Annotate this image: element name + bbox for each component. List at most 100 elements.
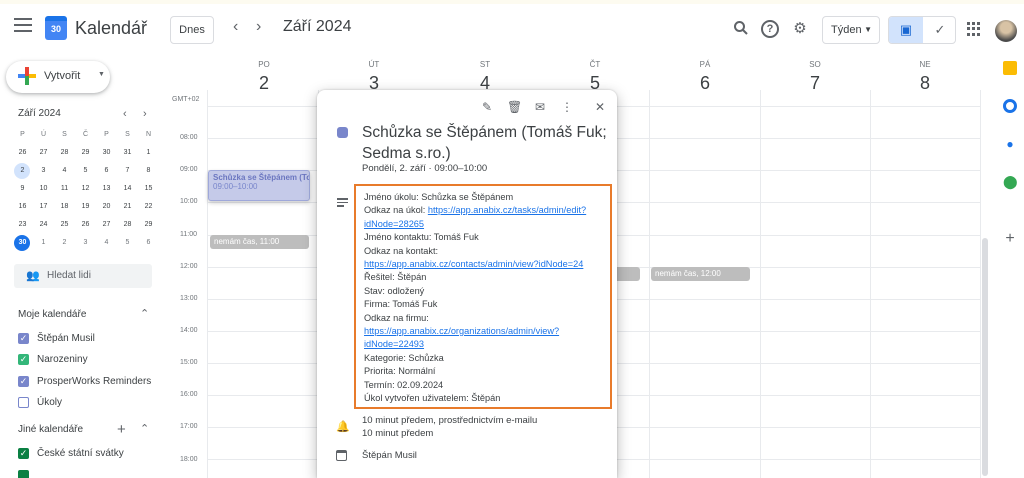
mini-day[interactable]: 30 bbox=[96, 144, 117, 162]
company-link[interactable]: https://app.anabix.cz/organizations/admi… bbox=[364, 325, 604, 338]
day-date[interactable]: 7 bbox=[760, 73, 870, 94]
mini-next-icon[interactable]: › bbox=[143, 108, 147, 120]
other-calendars-title[interactable]: Jiné kalendáře bbox=[18, 424, 83, 435]
mini-day[interactable]: 26 bbox=[12, 144, 33, 162]
search-people-input[interactable]: 👥 Hledat lidi bbox=[14, 264, 152, 288]
grid-scrollbar[interactable] bbox=[982, 238, 988, 476]
mini-day[interactable]: 3 bbox=[33, 162, 54, 180]
day-header[interactable]: PÁ 6 bbox=[650, 60, 760, 94]
help-icon[interactable]: ? bbox=[761, 20, 779, 38]
mini-day[interactable]: 20 bbox=[96, 198, 117, 216]
chevron-up-icon[interactable]: ⌃ bbox=[140, 422, 149, 435]
checkbox-checked-icon[interactable]: ✓ bbox=[18, 448, 29, 459]
mini-day[interactable]: 26 bbox=[75, 216, 96, 234]
mini-day[interactable]: 21 bbox=[117, 198, 138, 216]
mini-day[interactable]: 3 bbox=[75, 234, 96, 252]
mini-prev-icon[interactable]: ‹ bbox=[123, 108, 127, 120]
tasks-icon[interactable] bbox=[1003, 99, 1017, 113]
event-date-time: Pondělí, 2. září · 09:00–10:00 bbox=[362, 163, 488, 174]
contacts-icon[interactable]: ● bbox=[1003, 137, 1017, 151]
add-addon-icon[interactable]: + bbox=[1003, 231, 1017, 247]
event-meeting[interactable]: Schůzka se Štěpánem (Tor 09:00–10:00 bbox=[208, 170, 310, 201]
checkbox-checked-icon[interactable]: ✓ bbox=[18, 333, 29, 344]
day-header[interactable]: ST 4 bbox=[430, 60, 540, 94]
checkbox-unchecked-icon[interactable] bbox=[18, 397, 29, 408]
calendar-view-icon[interactable]: ▣ bbox=[889, 17, 923, 43]
mini-day[interactable]: 1 bbox=[33, 234, 54, 252]
create-label: Vytvořit bbox=[44, 70, 81, 82]
day-date[interactable]: 2 bbox=[209, 73, 319, 94]
checkbox-checked-icon[interactable]: ✓ bbox=[18, 354, 29, 365]
mini-day[interactable]: 23 bbox=[12, 216, 33, 234]
apps-icon[interactable] bbox=[967, 22, 981, 36]
keep-icon[interactable] bbox=[1003, 61, 1017, 75]
mini-day[interactable]: 22 bbox=[138, 198, 159, 216]
prev-week-icon[interactable]: ‹ bbox=[233, 18, 238, 36]
mini-day[interactable]: 4 bbox=[96, 234, 117, 252]
mini-day[interactable]: 16 bbox=[12, 198, 33, 216]
email-icon[interactable]: ✉ bbox=[533, 100, 547, 114]
company-link[interactable]: idNode=22493 bbox=[364, 338, 604, 351]
mini-day[interactable]: 6 bbox=[96, 162, 117, 180]
mini-day[interactable]: 27 bbox=[96, 216, 117, 234]
search-icon[interactable] bbox=[732, 20, 750, 38]
day-header[interactable]: ČT 5 bbox=[540, 60, 650, 94]
mini-day[interactable]: 31 bbox=[117, 144, 138, 162]
maps-icon[interactable]: ⬤ bbox=[1003, 175, 1018, 189]
day-date[interactable]: 8 bbox=[870, 73, 980, 94]
mini-day-selected[interactable]: 2 bbox=[12, 162, 33, 180]
event-busy[interactable]: nemám čas, 12:00 bbox=[651, 267, 750, 281]
mini-day[interactable]: 14 bbox=[117, 180, 138, 198]
mini-day[interactable]: 5 bbox=[117, 234, 138, 252]
mini-day[interactable]: 28 bbox=[54, 144, 75, 162]
mini-day[interactable]: 28 bbox=[117, 216, 138, 234]
more-options-icon[interactable]: ⋮ bbox=[560, 100, 574, 114]
mini-day[interactable]: 1 bbox=[138, 144, 159, 162]
menu-icon[interactable] bbox=[14, 18, 32, 32]
mini-day[interactable]: 29 bbox=[138, 216, 159, 234]
delete-icon[interactable]: 🗑 bbox=[507, 100, 522, 114]
day-header[interactable]: NE 8 bbox=[870, 60, 980, 94]
contact-link[interactable]: https://app.anabix.cz/contacts/admin/vie… bbox=[364, 258, 604, 271]
mini-day[interactable]: 5 bbox=[75, 162, 96, 180]
day-header[interactable]: SO 7 bbox=[760, 60, 870, 94]
mini-day-today[interactable]: 30 bbox=[12, 234, 33, 252]
mini-day[interactable]: 8 bbox=[138, 162, 159, 180]
event-busy[interactable]: nemám čas, 11:00 bbox=[210, 235, 309, 249]
avatar[interactable] bbox=[995, 20, 1017, 42]
view-select[interactable]: Týden ▼ bbox=[822, 16, 880, 44]
mini-day[interactable]: 2 bbox=[54, 234, 75, 252]
mini-day[interactable]: 25 bbox=[54, 216, 75, 234]
task-link[interactable]: https://app.anabix.cz/tasks/admin/edit? bbox=[428, 205, 586, 215]
mini-day[interactable]: 12 bbox=[75, 180, 96, 198]
mini-day[interactable]: 18 bbox=[54, 198, 75, 216]
mini-day[interactable]: 29 bbox=[75, 144, 96, 162]
task-link[interactable]: idNode=28265 bbox=[364, 218, 604, 231]
mini-day[interactable]: 9 bbox=[12, 180, 33, 198]
mini-day[interactable]: 17 bbox=[33, 198, 54, 216]
checkbox-checked-icon[interactable]: ✓ bbox=[18, 376, 29, 387]
next-week-icon[interactable]: › bbox=[256, 18, 261, 36]
settings-icon[interactable]: ⚙ bbox=[791, 20, 809, 38]
edit-icon[interactable]: ✎ bbox=[480, 100, 494, 114]
my-calendars-title[interactable]: Moje kalendáře bbox=[18, 309, 86, 320]
mini-day[interactable]: 15 bbox=[138, 180, 159, 198]
day-date[interactable]: 6 bbox=[650, 73, 760, 94]
chevron-up-icon[interactable]: ⌃ bbox=[140, 307, 149, 320]
mini-day[interactable]: 4 bbox=[54, 162, 75, 180]
tasks-view-icon[interactable]: ✓ bbox=[923, 17, 955, 43]
add-calendar-icon[interactable]: + bbox=[117, 421, 126, 438]
mini-day[interactable]: 10 bbox=[33, 180, 54, 198]
mini-day[interactable]: 27 bbox=[33, 144, 54, 162]
mini-day[interactable]: 6 bbox=[138, 234, 159, 252]
mini-day[interactable]: 13 bbox=[96, 180, 117, 198]
mini-day[interactable]: 7 bbox=[117, 162, 138, 180]
create-button[interactable]: Vytvořit ▼ bbox=[6, 61, 110, 93]
close-icon[interactable]: ✕ bbox=[593, 100, 607, 114]
day-header[interactable]: ÚT 3 bbox=[319, 60, 429, 94]
mini-day[interactable]: 11 bbox=[54, 180, 75, 198]
day-header[interactable]: PO 2 bbox=[209, 60, 319, 94]
mini-day[interactable]: 24 bbox=[33, 216, 54, 234]
mini-day[interactable]: 19 bbox=[75, 198, 96, 216]
today-button[interactable]: Dnes bbox=[170, 16, 214, 44]
